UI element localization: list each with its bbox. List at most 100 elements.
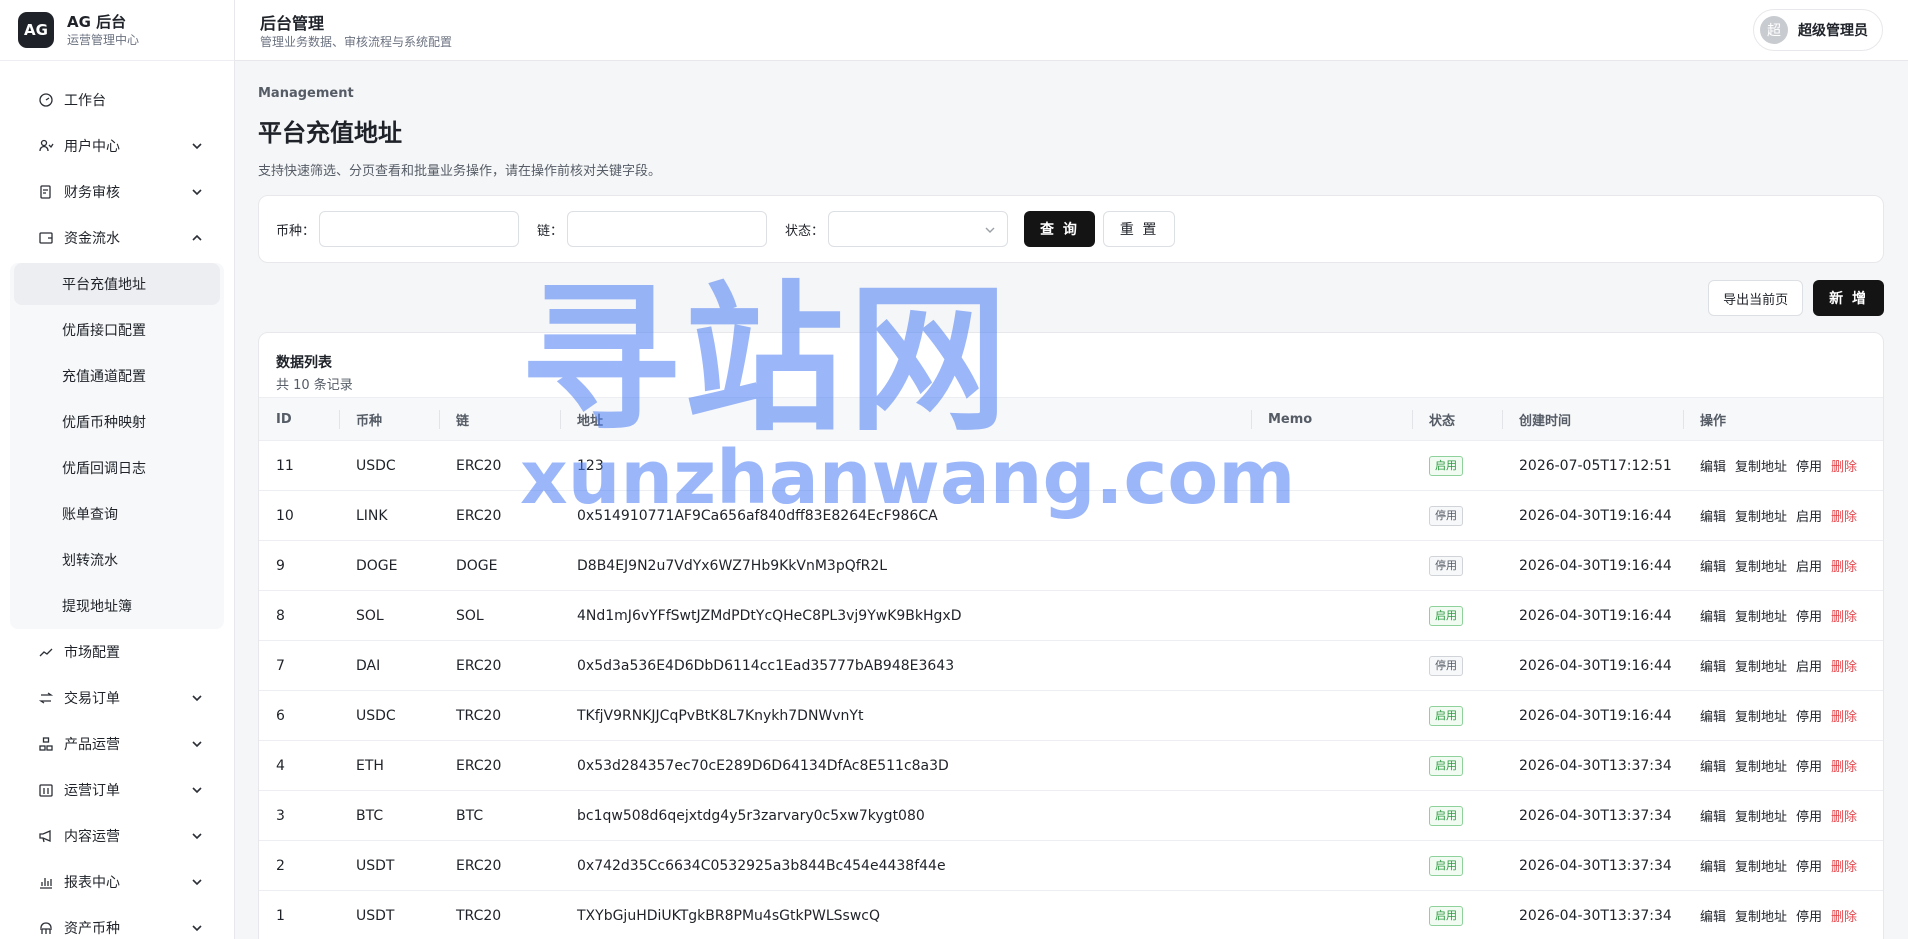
copy-address-link[interactable]: 复制地址 bbox=[1735, 910, 1787, 925]
edit-link[interactable]: 编辑 bbox=[1700, 710, 1726, 725]
cell-created: 2026-04-30T19:16:44 bbox=[1502, 590, 1683, 641]
copy-address-link[interactable]: 复制地址 bbox=[1735, 860, 1787, 875]
chevron-down-icon bbox=[192, 741, 202, 748]
cell-id: 7 bbox=[259, 640, 339, 691]
brand-title: AG 后台 bbox=[67, 12, 127, 31]
sidebar-subitem-5[interactable]: 账单查询 bbox=[14, 491, 220, 537]
page-title: 平台充值地址 bbox=[258, 119, 402, 147]
cell-created: 2026-04-30T19:16:44 bbox=[1502, 690, 1683, 741]
toggle-status-link[interactable]: 停用 bbox=[1796, 760, 1822, 775]
toggle-status-link[interactable]: 停用 bbox=[1796, 610, 1822, 625]
sidebar-subitem-3[interactable]: 优盾币种映射 bbox=[14, 399, 220, 445]
sidebar-item-label: 工作台 bbox=[64, 93, 106, 109]
edit-link[interactable]: 编辑 bbox=[1700, 760, 1726, 775]
chevron-down-icon bbox=[192, 143, 202, 150]
sidebar-subitem-4[interactable]: 优盾回调日志 bbox=[14, 445, 220, 491]
dashboard-icon bbox=[38, 92, 54, 108]
currency-input[interactable] bbox=[319, 211, 520, 247]
sidebar-item-items_top-0[interactable]: 工作台 bbox=[0, 77, 234, 123]
sidebar-item-items_bottom-1[interactable]: 交易订单 bbox=[0, 675, 234, 721]
sidebar-subitem-6[interactable]: 划转流水 bbox=[14, 537, 220, 583]
toggle-status-link[interactable]: 启用 bbox=[1796, 660, 1822, 675]
cell-actions: 编辑 复制地址 停用 删除 bbox=[1683, 690, 1883, 741]
delete-link[interactable]: 删除 bbox=[1831, 460, 1857, 475]
edit-link[interactable]: 编辑 bbox=[1700, 860, 1726, 875]
add-button[interactable]: 新 增 bbox=[1813, 280, 1884, 316]
cell-address: 4Nd1mJ6vYFfSwtJZMdPDtYcQHeC8PL3vj9YwK9Bk… bbox=[560, 590, 1251, 641]
toggle-status-link[interactable]: 启用 bbox=[1796, 510, 1822, 525]
cell-status: 启用 bbox=[1412, 790, 1502, 841]
column-header: Memo bbox=[1251, 397, 1412, 441]
copy-address-link[interactable]: 复制地址 bbox=[1735, 710, 1787, 725]
column-header: 操作 bbox=[1683, 397, 1883, 441]
delete-link[interactable]: 删除 bbox=[1831, 610, 1857, 625]
sidebar-item-items_bottom-3[interactable]: 运营订单 bbox=[0, 767, 234, 813]
sidebar-item-items_bottom-0[interactable]: 市场配置 bbox=[0, 629, 234, 675]
toggle-status-link[interactable]: 停用 bbox=[1796, 710, 1822, 725]
cell-id: 11 bbox=[259, 440, 339, 491]
copy-address-link[interactable]: 复制地址 bbox=[1735, 460, 1787, 475]
sidebar-item-items_top-2[interactable]: 财务审核 bbox=[0, 169, 234, 215]
cell-actions: 编辑 复制地址 停用 删除 bbox=[1683, 740, 1883, 791]
delete-link[interactable]: 删除 bbox=[1831, 660, 1857, 675]
sidebar-item-items_bottom-6[interactable]: 资产币种 bbox=[0, 905, 234, 939]
copy-address-link[interactable]: 复制地址 bbox=[1735, 760, 1787, 775]
cell-id: 8 bbox=[259, 590, 339, 641]
bar-chart-icon bbox=[38, 874, 54, 890]
copy-address-link[interactable]: 复制地址 bbox=[1735, 660, 1787, 675]
toggle-status-link[interactable]: 启用 bbox=[1796, 560, 1822, 575]
copy-address-link[interactable]: 复制地址 bbox=[1735, 510, 1787, 525]
cell-chain: TRC20 bbox=[439, 890, 560, 939]
toggle-status-link[interactable]: 停用 bbox=[1796, 810, 1822, 825]
top-header: 后台管理 管理业务数据、审核流程与系统配置 超 超级管理员 bbox=[235, 0, 1908, 61]
cell-currency: USDT bbox=[339, 890, 439, 939]
delete-link[interactable]: 删除 bbox=[1831, 910, 1857, 925]
delete-link[interactable]: 删除 bbox=[1831, 510, 1857, 525]
chevron-down-icon bbox=[192, 695, 202, 702]
cell-memo bbox=[1251, 640, 1412, 691]
sidebar-item-label: 内容运营 bbox=[64, 829, 120, 845]
delete-link[interactable]: 删除 bbox=[1831, 860, 1857, 875]
delete-link[interactable]: 删除 bbox=[1831, 560, 1857, 575]
cell-created: 2026-04-30T13:37:34 bbox=[1502, 890, 1683, 939]
reset-button[interactable]: 重 置 bbox=[1102, 211, 1176, 247]
edit-link[interactable]: 编辑 bbox=[1700, 560, 1726, 575]
edit-link[interactable]: 编辑 bbox=[1700, 910, 1726, 925]
chevron-up-icon bbox=[192, 234, 202, 241]
edit-link[interactable]: 编辑 bbox=[1700, 610, 1726, 625]
status-select[interactable] bbox=[828, 211, 1009, 247]
sidebar-item-items_top-3[interactable]: 资金流水 bbox=[0, 215, 234, 261]
chevron-down-icon bbox=[192, 787, 202, 794]
edit-link[interactable]: 编辑 bbox=[1700, 660, 1726, 675]
sidebar-item-items_bottom-2[interactable]: 产品运营 bbox=[0, 721, 234, 767]
copy-address-link[interactable]: 复制地址 bbox=[1735, 610, 1787, 625]
edit-link[interactable]: 编辑 bbox=[1700, 460, 1726, 475]
sidebar-item-items_top-1[interactable]: 用户中心 bbox=[0, 123, 234, 169]
edit-link[interactable]: 编辑 bbox=[1700, 510, 1726, 525]
chain-input[interactable] bbox=[567, 211, 768, 247]
edit-link[interactable]: 编辑 bbox=[1700, 810, 1726, 825]
header-title: 后台管理 bbox=[260, 14, 325, 33]
delete-link[interactable]: 删除 bbox=[1831, 810, 1857, 825]
filter-bar: 币种： 链： 状态： 查 询 重 置 bbox=[258, 195, 1884, 263]
sidebar-subitem-7[interactable]: 提现地址簿 bbox=[14, 583, 220, 629]
sidebar-subitem-0[interactable]: 平台充值地址 bbox=[14, 263, 220, 305]
copy-address-link[interactable]: 复制地址 bbox=[1735, 810, 1787, 825]
copy-address-link[interactable]: 复制地址 bbox=[1735, 560, 1787, 575]
toggle-status-link[interactable]: 停用 bbox=[1796, 910, 1822, 925]
sidebar-item-items_bottom-5[interactable]: 报表中心 bbox=[0, 859, 234, 905]
delete-link[interactable]: 删除 bbox=[1831, 760, 1857, 775]
status-badge: 启用 bbox=[1429, 805, 1463, 826]
cell-status: 启用 bbox=[1412, 740, 1502, 791]
delete-link[interactable]: 删除 bbox=[1831, 710, 1857, 725]
page-description: 支持快速筛选、分页查看和批量业务操作，请在操作前核对关键字段。 bbox=[258, 164, 662, 179]
user-menu[interactable]: 超 超级管理员 bbox=[1753, 9, 1883, 51]
sidebar-item-items_bottom-4[interactable]: 内容运营 bbox=[0, 813, 234, 859]
sidebar-subitem-1[interactable]: 优盾接口配置 bbox=[14, 307, 220, 353]
toggle-status-link[interactable]: 停用 bbox=[1796, 460, 1822, 475]
column-header: ID bbox=[259, 397, 339, 441]
export-page-button[interactable]: 导出当前页 bbox=[1708, 280, 1804, 316]
query-button[interactable]: 查 询 bbox=[1024, 211, 1095, 247]
toggle-status-link[interactable]: 停用 bbox=[1796, 860, 1822, 875]
sidebar-subitem-2[interactable]: 充值通道配置 bbox=[14, 353, 220, 399]
